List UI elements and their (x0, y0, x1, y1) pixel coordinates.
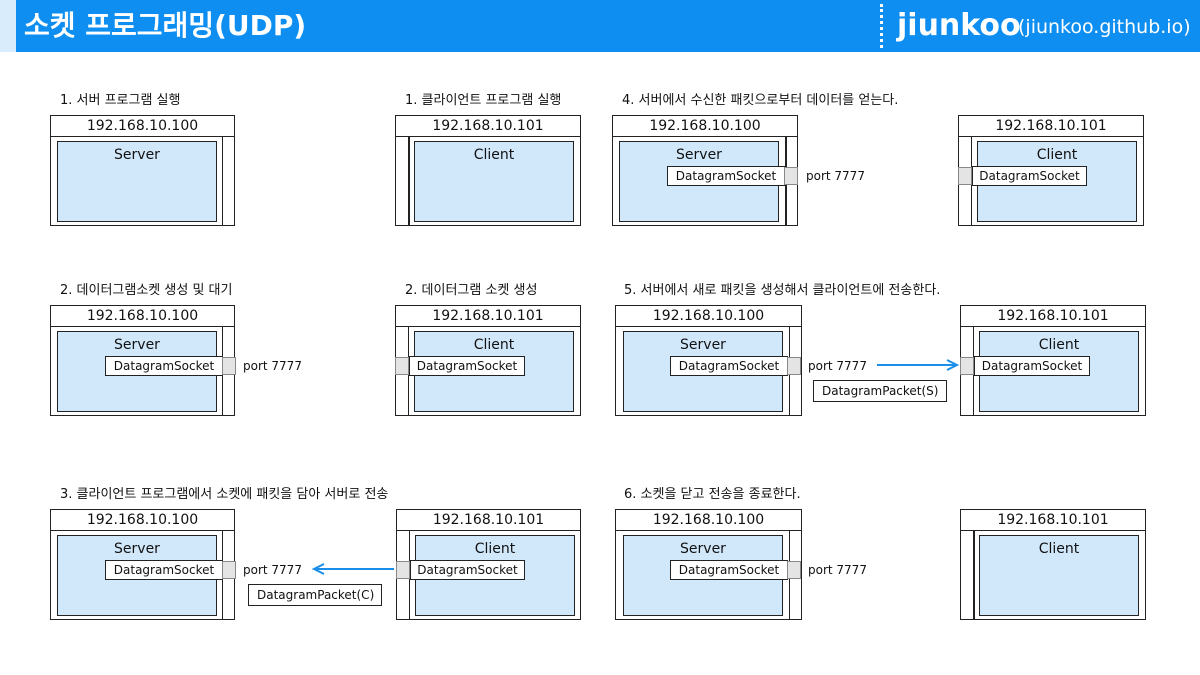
port-label: port 7777 (806, 169, 865, 183)
header-accent (0, 0, 16, 52)
server-port (787, 561, 801, 579)
server-ip: 192.168.10.100 (616, 510, 801, 531)
server-ip: 192.168.10.100 (51, 306, 234, 327)
server-socket: DatagramSocket (670, 356, 788, 376)
client-port (960, 357, 974, 375)
client-port (395, 357, 409, 375)
server-port (222, 357, 236, 375)
client-name: Client (473, 337, 515, 353)
header: 소켓 프로그래밍(UDP) jiunkoo (jiunkoo.github.io… (0, 0, 1200, 52)
packet-c: DatagramPacket(C) (248, 584, 382, 606)
port-label: port 7777 (808, 359, 867, 373)
client-port (396, 561, 410, 579)
server-ip: 192.168.10.100 (51, 510, 234, 531)
client-machine: 192.168.10.101 Client (960, 509, 1146, 620)
client-app: Client (414, 141, 574, 222)
step-4-label: 4. 서버에서 수신한 패킷으로부터 데이터를 얻는다. (622, 93, 899, 108)
client-name: Client (474, 541, 516, 557)
brand-url: (jiunkoo.github.io) (1018, 16, 1191, 38)
server-name: Server (680, 337, 726, 353)
step-1-server-label: 1. 서버 프로그램 실행 (60, 93, 181, 108)
port-label: port 7777 (243, 563, 302, 577)
client-machine: 192.168.10.101 Client (395, 115, 581, 226)
client-ip: 192.168.10.101 (961, 510, 1145, 531)
client-name: Client (1038, 541, 1080, 557)
page-title: 소켓 프로그래밍(UDP) (24, 9, 307, 42)
step-6-label: 6. 소켓을 닫고 전송을 종료한다. (624, 487, 801, 502)
client-socket: DatagramSocket (974, 356, 1090, 376)
header-divider (880, 4, 883, 48)
step-5-label: 5. 서버에서 새로 패킷을 생성해서 클라이언트에 전송한다. (624, 283, 941, 298)
client-wall (408, 137, 410, 225)
client-wall (973, 531, 975, 619)
client-socket: DatagramSocket (410, 560, 525, 580)
server-ip: 192.168.10.100 (613, 116, 797, 137)
server-name: Server (114, 337, 160, 353)
brand-name: jiunkoo (897, 8, 1021, 43)
server-port (784, 167, 798, 185)
server-socket: DatagramSocket (670, 560, 788, 580)
client-app: Client (979, 535, 1139, 616)
step-1-client-label: 1. 클라이언트 프로그램 실행 (405, 93, 562, 108)
server-port (787, 357, 801, 375)
client-ip: 192.168.10.101 (396, 116, 580, 137)
server-app: Server (57, 141, 217, 222)
client-socket: DatagramSocket (972, 166, 1087, 186)
server-machine: 192.168.10.100 Server (50, 115, 235, 226)
client-port (958, 167, 972, 185)
server-port (222, 561, 236, 579)
packet-arrow-to-server (311, 563, 394, 575)
client-ip: 192.168.10.101 (397, 510, 580, 531)
server-name: Server (114, 147, 160, 163)
client-socket: DatagramSocket (409, 356, 525, 376)
client-ip: 192.168.10.101 (961, 306, 1145, 327)
server-name: Server (680, 541, 726, 557)
step-2-client-label: 2. 데이터그램 소켓 생성 (405, 283, 538, 298)
port-label: port 7777 (243, 359, 302, 373)
server-socket: DatagramSocket (667, 166, 785, 186)
server-name: Server (114, 541, 160, 557)
server-name: Server (676, 147, 722, 163)
client-name: Client (473, 147, 515, 163)
client-ip: 192.168.10.101 (396, 306, 580, 327)
server-ip: 192.168.10.100 (51, 116, 234, 137)
server-wall (222, 137, 223, 225)
packet-s: DatagramPacket(S) (813, 380, 947, 402)
client-ip: 192.168.10.101 (959, 116, 1143, 137)
server-socket: DatagramSocket (105, 356, 223, 376)
client-name: Client (1036, 147, 1078, 163)
packet-arrow-to-client (877, 359, 960, 371)
step-2-server-label: 2. 데이터그램소켓 생성 및 대기 (60, 283, 233, 298)
port-label: port 7777 (808, 563, 867, 577)
step-3-label: 3. 클라이언트 프로그램에서 소켓에 패킷을 담아 서버로 전송 (60, 487, 389, 502)
server-socket: DatagramSocket (105, 560, 223, 580)
server-ip: 192.168.10.100 (616, 306, 801, 327)
client-name: Client (1038, 337, 1080, 353)
